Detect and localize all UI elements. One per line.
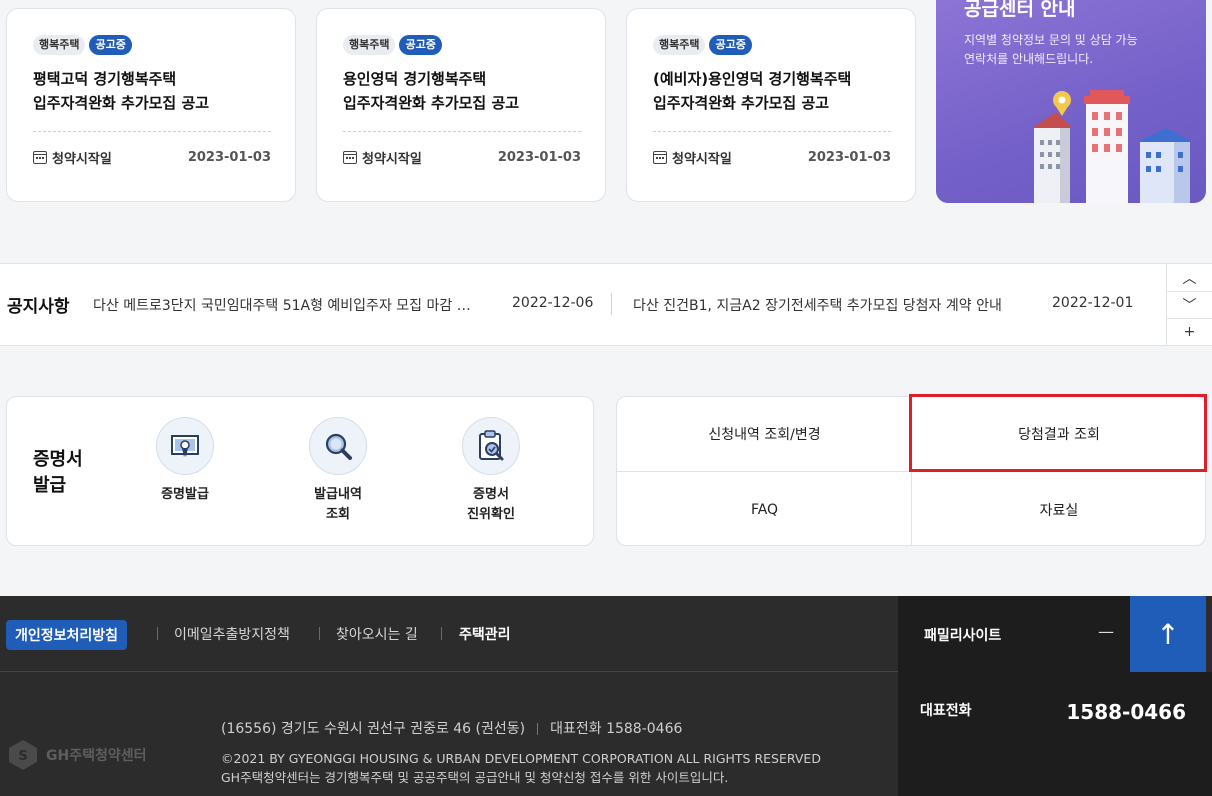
family-site-label: 패밀리사이트 — [924, 628, 1002, 644]
footer-separator — [441, 627, 442, 640]
copyright: ©2021 BY GYEONGGI HOUSING & URBAN DEVELO… — [221, 751, 821, 785]
phone-number: 1588-0466 — [1066, 700, 1186, 724]
phone-label: 대표전화 — [920, 703, 972, 719]
chevron-down-icon: ﹀ — [1182, 298, 1197, 314]
notice-next-button[interactable]: ﹀ — [1167, 291, 1212, 318]
address-phone: 대표전화 1588-0466 — [550, 721, 683, 737]
supply-center-banner[interactable]: 공급센터 안내 지역별 청약정보 문의 및 상담 가능 연락처를 안내해드립니다… — [936, 0, 1206, 203]
faq-link[interactable]: FAQ — [617, 472, 912, 545]
footer-logo-text: GH주택청약센터 — [46, 748, 147, 764]
card-date: 2023-01-03 — [497, 150, 581, 165]
card-divider — [653, 131, 891, 132]
badge-status: 공고중 — [89, 35, 132, 55]
plus-icon: + — [1183, 324, 1196, 340]
badge-type: 행복주택 — [33, 35, 86, 55]
search-icon — [309, 417, 367, 475]
card-badges: 행복주택 공고중 — [653, 35, 891, 55]
family-site-select[interactable]: 패밀리사이트 — — [898, 596, 1130, 672]
quick-links-grid: 신청내역 조회/변경 당첨결과 조회 FAQ 자료실 — [616, 396, 1206, 546]
notice-more-button[interactable]: + — [1167, 318, 1212, 345]
announcement-card[interactable]: 행복주택 공고중 평택고덕 경기행복주택 입주자격완화 추가모집 공고 청약시작… — [6, 8, 296, 202]
card-date: 2023-01-03 — [807, 150, 891, 165]
document-check-icon — [462, 417, 520, 475]
chevron-up-icon: ︿ — [1182, 270, 1197, 287]
card-footer: 청약시작일 2023-01-03 — [343, 148, 581, 167]
card-title[interactable]: (예비자)용인영덕 경기행복주택 입주자격완화 추가모집 공고 — [653, 67, 891, 115]
certificate-issue-link[interactable]: 증명발급 — [125, 417, 245, 505]
announcement-card[interactable]: 행복주택 공고중 용인영덕 경기행복주택 입주자격완화 추가모집 공고 청약시작… — [316, 8, 606, 202]
apply-history-link[interactable]: 신청내역 조회/변경 — [617, 397, 912, 472]
certificate-issue-label: 증명발급 — [161, 487, 209, 502]
privacy-policy-link[interactable]: 개인정보처리방침 — [6, 620, 128, 650]
notice-prev-button[interactable]: ︿ — [1167, 264, 1212, 291]
notice-controls: ︿ ﹀ + — [1166, 264, 1212, 346]
announcement-card[interactable]: 행복주택 공고중 (예비자)용인영덕 경기행복주택 입주자격완화 추가모집 공고… — [626, 8, 916, 202]
svg-text:S: S — [18, 749, 27, 764]
badge-type: 행복주택 — [653, 35, 706, 55]
calendar-icon — [653, 151, 667, 164]
address-separator — [537, 723, 539, 735]
badge-type: 행복주택 — [343, 35, 396, 55]
card-divider — [33, 131, 271, 132]
notice-item-title[interactable]: 다산 메트로3단지 국민임대주택 51A형 예비입주자 모집 마감 … — [93, 295, 471, 315]
card-badges: 행복주택 공고중 — [33, 35, 271, 55]
footer-logo: S GH주택청약센터 — [6, 738, 147, 772]
card-footer: 청약시작일 2023-01-03 — [33, 148, 271, 167]
notice-label: 공지사항 — [7, 297, 70, 317]
date-label: 청약시작일 — [672, 152, 732, 167]
footer-links: 개인정보처리방침 이메일추출방지정책 찾아오시는 길 주택관리 — [0, 596, 898, 672]
date-label: 청약시작일 — [52, 152, 112, 167]
phone-panel: 대표전화 1588-0466 — [898, 672, 1212, 796]
card-title[interactable]: 평택고덕 경기행복주택 입주자격완화 추가모집 공고 — [33, 67, 271, 115]
arrow-up-icon: ↑ — [1156, 617, 1180, 651]
notice-bar: 공지사항 다산 메트로3단지 국민임대주택 51A형 예비입주자 모집 마감 …… — [0, 263, 1212, 346]
archive-link[interactable]: 자료실 — [911, 472, 1205, 545]
notice-item-date: 2022-12-06 — [512, 295, 594, 311]
certificate-verify-link[interactable]: 증명서 진위확인 — [431, 417, 551, 525]
footer: 개인정보처리방침 이메일추출방지정책 찾아오시는 길 주택관리 패밀리사이트 —… — [0, 596, 1212, 796]
minus-icon[interactable]: — — [1098, 622, 1114, 641]
issue-history-link[interactable]: 발급내역 조회 — [278, 417, 398, 525]
scroll-to-top-button[interactable]: ↑ — [1130, 596, 1206, 672]
footer-separator — [157, 627, 158, 640]
footer-separator — [319, 627, 320, 640]
notice-divider — [611, 293, 612, 315]
address-text: (16556) 경기도 수원시 권선구 권중로 46 (권선동) — [221, 721, 526, 737]
notice-item-date: 2022-12-01 — [1052, 295, 1134, 311]
certificate-icon — [156, 417, 214, 475]
certificate-panel: 증명서 발급 증명발급 발급내역 조회 증명서 진위확인 — [6, 396, 594, 546]
housing-management-link[interactable]: 주택관리 — [459, 624, 511, 644]
date-label: 청약시작일 — [362, 152, 422, 167]
card-badges: 행복주택 공고중 — [343, 35, 581, 55]
card-divider — [343, 131, 581, 132]
certificate-title: 증명서 발급 — [33, 449, 83, 496]
gh-logo-icon: S — [9, 740, 37, 770]
email-policy-link[interactable]: 이메일추출방지정책 — [174, 624, 290, 644]
card-date: 2023-01-03 — [187, 150, 271, 165]
card-title[interactable]: 용인영덕 경기행복주택 입주자격완화 추가모집 공고 — [343, 67, 581, 115]
win-result-link[interactable]: 당첨결과 조회 — [911, 397, 1205, 472]
directions-link[interactable]: 찾아오시는 길 — [336, 624, 418, 644]
promo-title: 공급센터 안내 — [964, 0, 1076, 20]
badge-status: 공고중 — [399, 35, 442, 55]
badge-status: 공고중 — [709, 35, 752, 55]
notice-item-title[interactable]: 다산 진건B1, 지금A2 장기전세주택 추가모집 당첨자 계약 안내 — [633, 295, 1002, 315]
buildings-illustration-icon — [1032, 90, 1192, 203]
calendar-icon — [33, 151, 47, 164]
card-footer: 청약시작일 2023-01-03 — [653, 148, 891, 167]
footer-address: (16556) 경기도 수원시 권선구 권중로 46 (권선동) 대표전화 158… — [221, 718, 682, 738]
calendar-icon — [343, 151, 357, 164]
issue-history-label: 발급내역 조회 — [314, 487, 362, 522]
certificate-verify-label: 증명서 진위확인 — [467, 487, 515, 522]
promo-description: 지역별 청약정보 문의 및 상담 가능 연락처를 안내해드립니다. — [964, 33, 1138, 66]
